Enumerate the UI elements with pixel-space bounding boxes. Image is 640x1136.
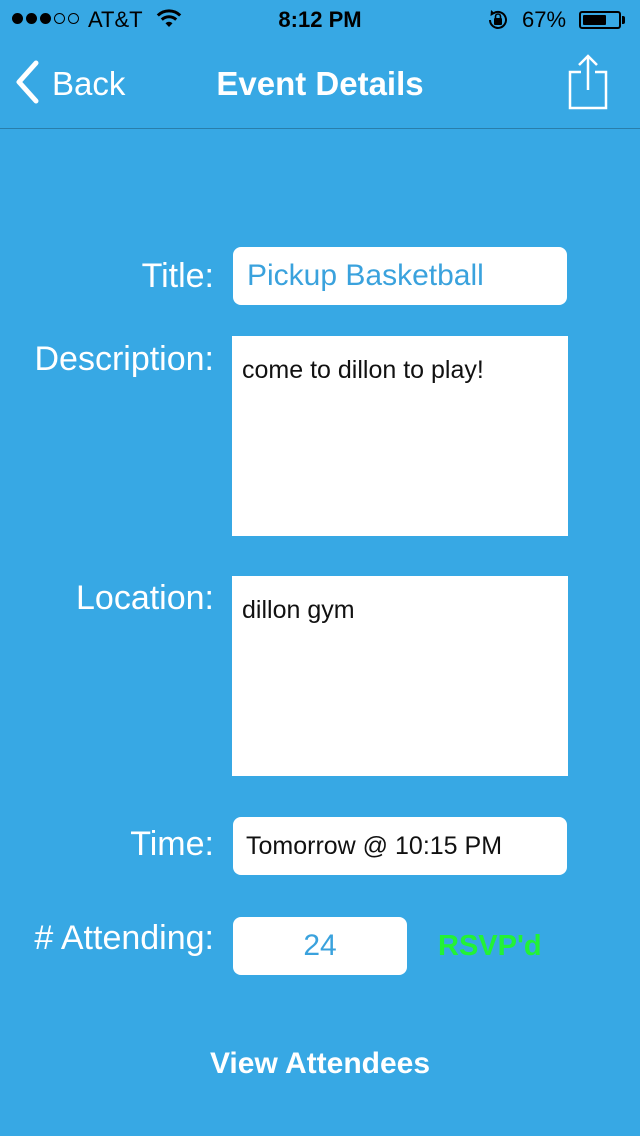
attending-count-field[interactable]: 24 (233, 917, 407, 975)
time-field[interactable]: Tomorrow @ 10:15 PM (233, 817, 567, 875)
share-button[interactable] (566, 54, 610, 115)
page-title: Event Details (216, 65, 424, 102)
battery-level (583, 15, 606, 25)
attending-label: # Attending: (34, 919, 214, 957)
time-label: Time: (130, 825, 214, 863)
title-field[interactable]: Pickup Basketball (233, 247, 567, 305)
title-label: Title: (141, 257, 214, 295)
share-icon (566, 54, 610, 114)
rotation-lock-icon (486, 9, 510, 36)
rsvp-button[interactable]: RSVP'd (438, 927, 542, 965)
navigation-bar: Back Event Details (0, 40, 640, 129)
location-label: Location: (76, 579, 214, 617)
location-field[interactable]: dillon gym (232, 576, 568, 776)
description-field[interactable]: come to dillon to play! (232, 336, 568, 536)
view-attendees-button[interactable]: View Attendees (0, 1044, 640, 1084)
battery-cap (622, 16, 625, 24)
status-bar: AT&T 8:12 PM 67% (0, 0, 640, 40)
battery-icon (579, 11, 621, 29)
description-label: Description: (34, 340, 214, 378)
battery-percent: 67% (522, 7, 567, 32)
